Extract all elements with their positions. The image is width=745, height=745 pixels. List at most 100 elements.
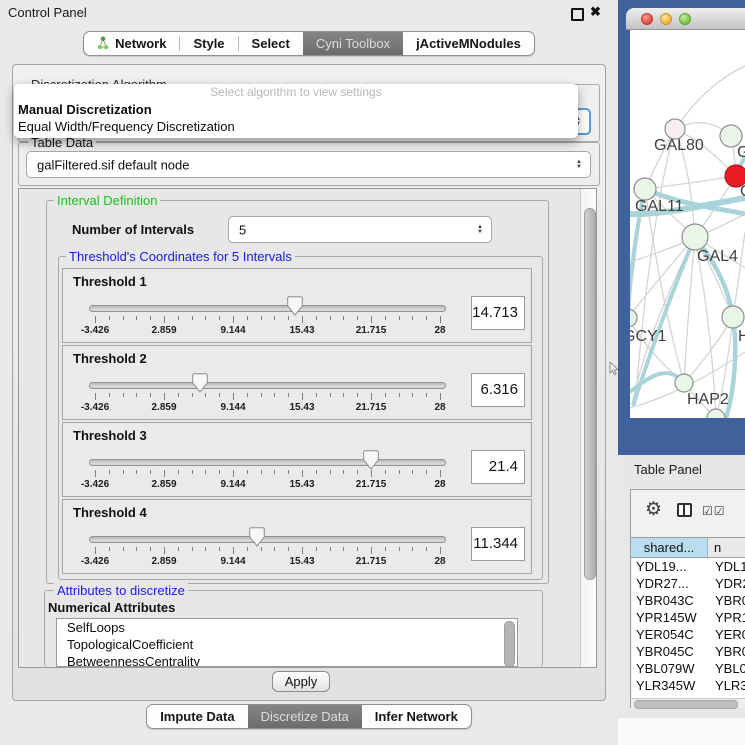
network-node-hap2[interactable] xyxy=(675,374,693,392)
list-item-topologicalcoefficient[interactable]: TopologicalCoefficient xyxy=(57,636,517,653)
slider-track[interactable] xyxy=(89,459,446,466)
minimize-window-button[interactable] xyxy=(660,13,672,25)
slider-handle[interactable] xyxy=(287,296,303,316)
network-node-gal80[interactable] xyxy=(665,119,685,139)
horizontal-scrollbar-thumb[interactable] xyxy=(634,700,738,709)
threshold-value-field[interactable]: 11.344 xyxy=(471,527,525,561)
network-node-gal4[interactable] xyxy=(682,224,708,250)
network-window-titlebar[interactable] xyxy=(626,8,745,30)
zoom-window-button[interactable] xyxy=(679,13,691,25)
tick-mark xyxy=(412,470,413,474)
horizontal-scrollbar-track[interactable] xyxy=(631,698,745,708)
tick-mark xyxy=(95,470,96,477)
tick-mark xyxy=(399,547,400,551)
column-header-name[interactable]: n xyxy=(708,538,745,557)
network-node-gcy1[interactable] xyxy=(630,309,637,327)
table-data-combobox[interactable]: galFiltered.sif default node ▲▼ xyxy=(26,151,591,178)
close-panel-button[interactable]: ✖ xyxy=(590,4,601,20)
close-window-button[interactable] xyxy=(641,13,653,25)
threshold-coordinates-group-title: Threshold's Coordinates for 5 Intervals xyxy=(66,249,295,264)
tab-select[interactable]: Select xyxy=(239,32,303,55)
table-row[interactable]: YBR043CYBR0 xyxy=(632,592,745,609)
slider-track[interactable] xyxy=(89,536,446,543)
slider-track[interactable] xyxy=(89,305,446,312)
table-row[interactable]: YDR27...YDR2 xyxy=(632,575,745,592)
tick-mark xyxy=(274,316,275,320)
tab-cyni-toolbox[interactable]: Cyni Toolbox xyxy=(303,32,403,55)
list-scrollbar-thumb[interactable] xyxy=(504,621,515,667)
tick-mark xyxy=(233,547,234,554)
number-of-intervals-combobox[interactable]: 5 ▲▼ xyxy=(228,216,492,243)
slider-handle[interactable] xyxy=(249,527,265,547)
threshold-value-field[interactable]: 6.316 xyxy=(471,373,525,407)
table-row[interactable]: YLR345WYLR3 xyxy=(632,677,745,694)
table-row[interactable]: YER054CYER0 xyxy=(632,626,745,643)
combo-stepper-icon: ▲▼ xyxy=(477,225,483,235)
apply-button[interactable]: Apply xyxy=(272,671,330,692)
tab-label: Select xyxy=(252,36,290,51)
network-icon xyxy=(97,36,109,51)
gear-icon[interactable]: ⚙ xyxy=(645,498,662,521)
tick-mark xyxy=(371,470,372,477)
slider-handle[interactable] xyxy=(192,373,208,393)
tab-impute-data[interactable]: Impute Data xyxy=(147,705,247,728)
tab-network[interactable]: Network xyxy=(84,32,179,55)
threshold-value-field[interactable]: 21.4 xyxy=(471,450,525,484)
tab-style[interactable]: Style xyxy=(180,32,237,55)
status-strip xyxy=(618,718,745,745)
tick-label: -3.426 xyxy=(81,325,109,336)
tick-mark xyxy=(123,470,124,474)
tick-mark xyxy=(316,547,317,551)
tick-mark xyxy=(192,470,193,474)
numerical-attributes-list: SelfLoopsTopologicalCoefficientBetweenne… xyxy=(56,618,518,667)
slider-handle[interactable] xyxy=(363,450,379,470)
threshold-value-field[interactable]: 14.713 xyxy=(471,296,525,330)
tick-mark xyxy=(261,547,262,551)
slider-track[interactable] xyxy=(89,382,446,389)
tick-mark xyxy=(288,393,289,397)
checkbox-icons[interactable]: ☑☑ xyxy=(702,504,726,518)
list-item-selfloops[interactable]: SelfLoops xyxy=(57,619,517,636)
tick-mark xyxy=(164,547,165,554)
network-node[interactable] xyxy=(707,409,725,418)
tick-label: 2.859 xyxy=(151,325,176,336)
threshold-panel-4: Threshold 4-3.4262.8599.14415.4321.71528… xyxy=(62,499,532,574)
tick-mark xyxy=(426,316,427,320)
scrollbar-track[interactable] xyxy=(580,189,597,667)
column-header-shared-name[interactable]: shared... xyxy=(631,538,708,557)
table-row[interactable]: YBL079WYBL0 xyxy=(632,660,745,677)
cell-shared-name: YBR045C xyxy=(632,643,711,660)
tick-mark xyxy=(371,547,372,554)
tick-mark xyxy=(205,547,206,551)
table-row[interactable]: YBR045CYBR0 xyxy=(632,643,745,660)
tick-mark xyxy=(261,470,262,474)
column-layout-icon[interactable] xyxy=(677,503,692,517)
tick-label: 21.715 xyxy=(356,402,387,413)
top-tab-bar: NetworkStyle Select Cyni ToolboxjActiveMNo… xyxy=(0,31,618,56)
table-row[interactable]: YPR145WYPR1 xyxy=(632,609,745,626)
network-node-h[interactable] xyxy=(722,306,744,328)
tick-mark xyxy=(330,316,331,320)
tab-infer-network[interactable]: Infer Network xyxy=(362,705,471,728)
float-window-button[interactable] xyxy=(571,8,584,21)
tick-mark xyxy=(233,316,234,323)
network-canvas[interactable]: GAL80GACGAL11GAL4GCY1HHAP2 xyxy=(630,30,745,418)
tick-mark xyxy=(302,547,303,554)
tick-mark xyxy=(247,316,248,320)
tab-discretize-data[interactable]: Discretize Data xyxy=(248,705,362,728)
popup-option-manual-discretization[interactable]: Manual Discretization xyxy=(14,101,578,118)
tick-mark xyxy=(164,470,165,477)
popup-option-equal-width-frequency-discretization[interactable]: Equal Width/Frequency Discretization xyxy=(14,118,578,135)
tick-label: 15.43 xyxy=(289,479,314,490)
scrollbar-thumb[interactable] xyxy=(584,208,596,580)
table-row[interactable]: YDL19...YDL1 xyxy=(632,558,745,575)
interval-definition-group-title: Interval Definition xyxy=(54,193,160,208)
list-item-betweennesscentrality[interactable]: BetweennessCentrality xyxy=(57,653,517,667)
tick-mark xyxy=(399,316,400,320)
tick-mark xyxy=(178,547,179,551)
tick-mark xyxy=(288,547,289,551)
network-node-gal11[interactable] xyxy=(634,178,656,200)
tick-mark xyxy=(385,470,386,474)
screen: Control Panel ✖ NetworkStyleSelectCyni T… xyxy=(0,0,745,745)
tab-jactivemnodules[interactable]: jActiveMNodules xyxy=(403,32,534,55)
